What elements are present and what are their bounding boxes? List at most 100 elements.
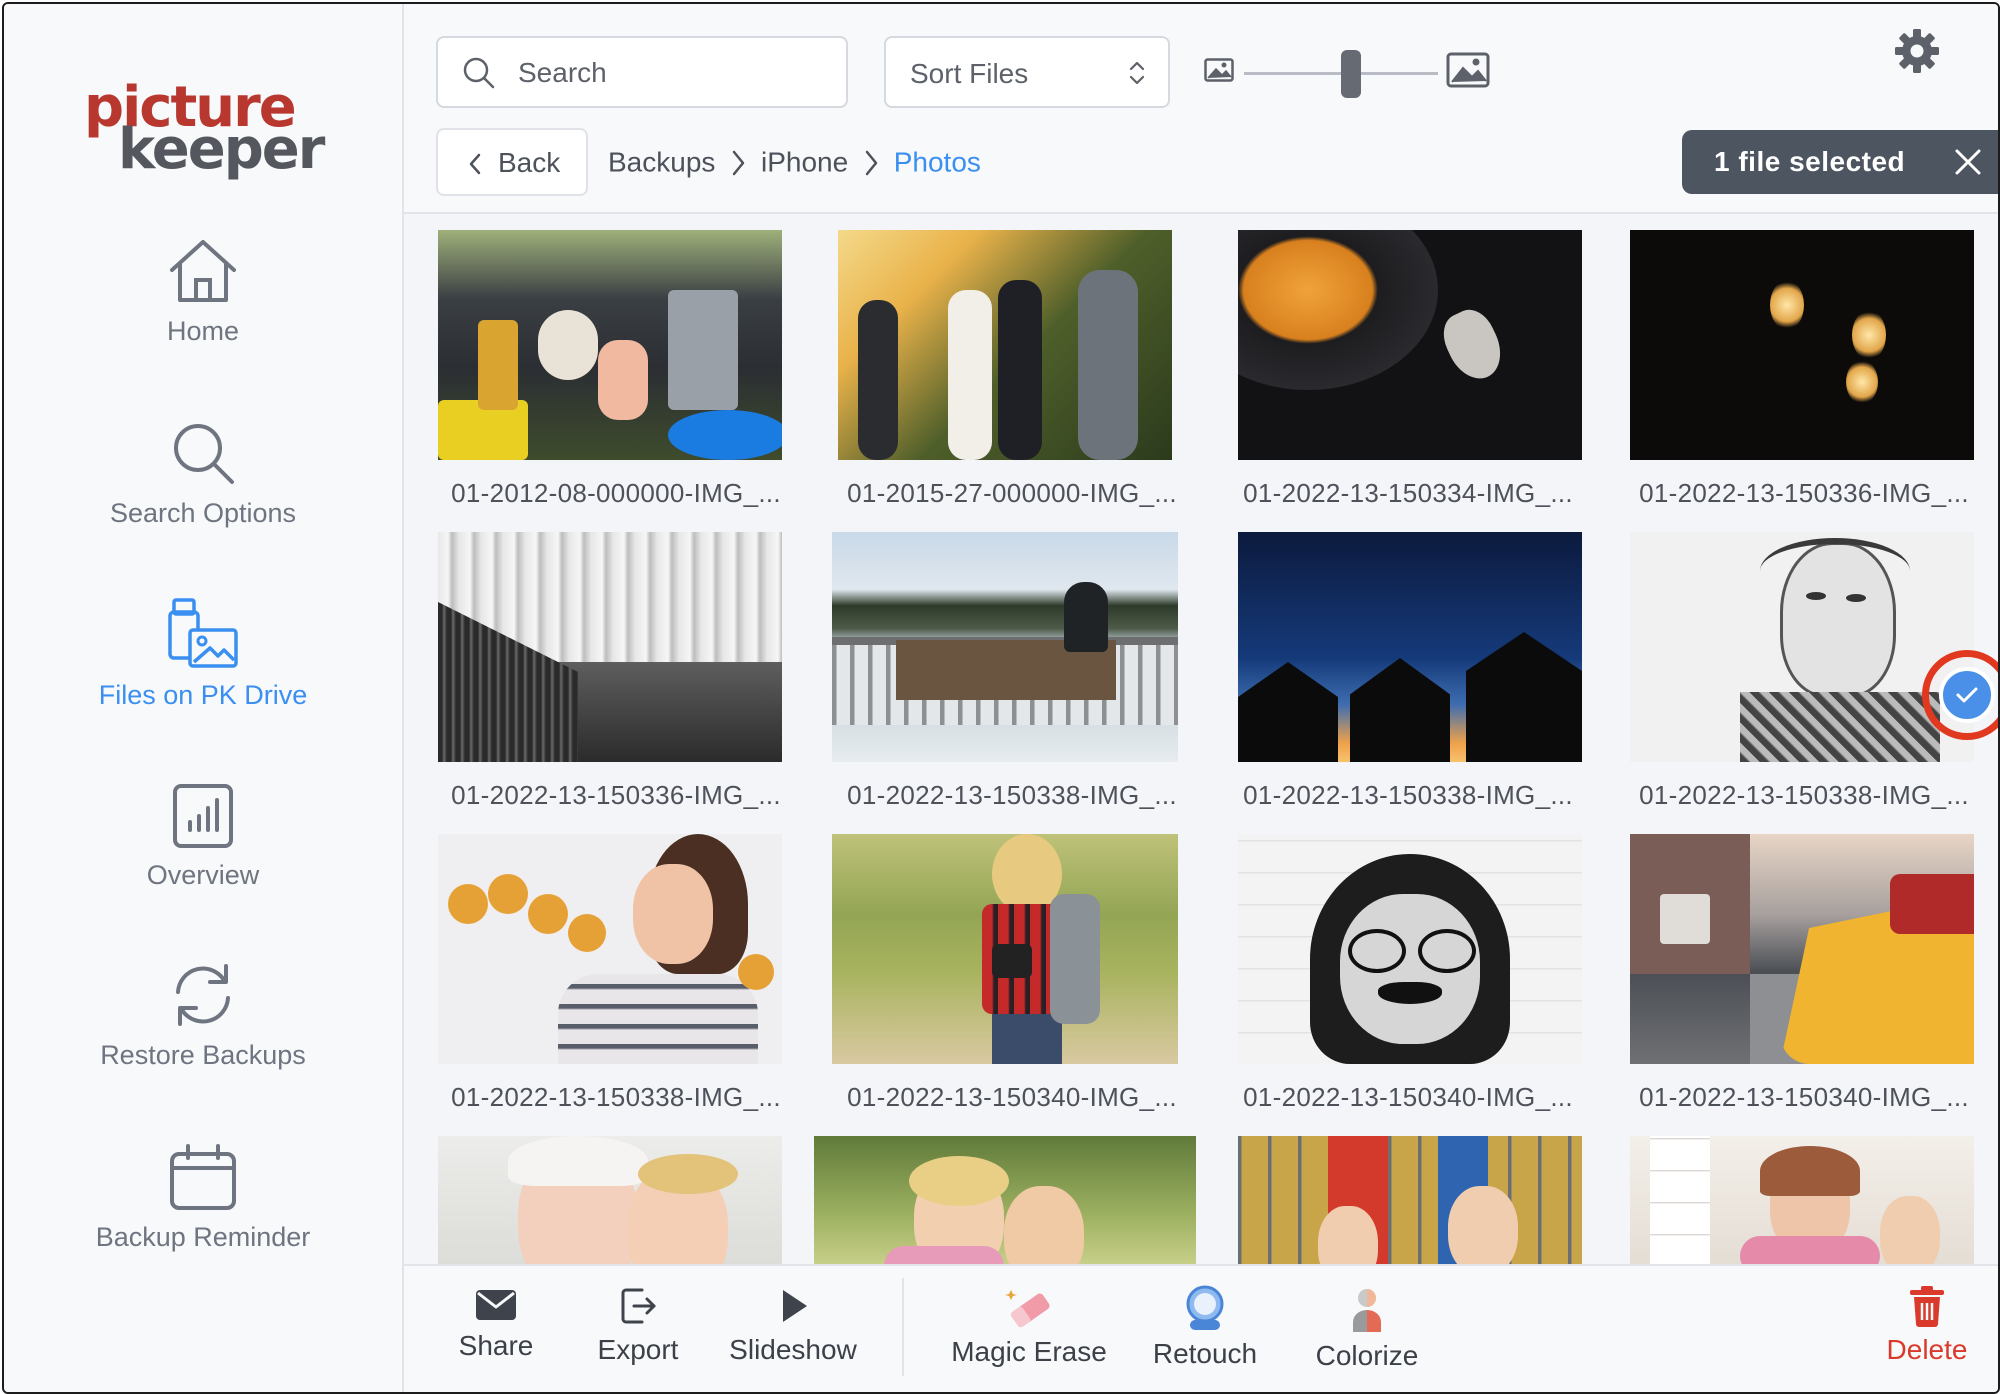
- back-label: Back: [498, 147, 561, 178]
- photo-thumbnail[interactable]: [838, 230, 1172, 460]
- colorize-button[interactable]: Colorize: [1302, 1284, 1432, 1372]
- small-image-icon: [1204, 58, 1234, 82]
- logo-line-2: keeper: [118, 117, 325, 182]
- photo-thumbnail[interactable]: [438, 532, 782, 762]
- file-name: 01-2015-27-000000-IMG_...: [847, 478, 1177, 508]
- chart-icon: [173, 784, 233, 848]
- sidebar-item-restore-backups[interactable]: Restore Backups: [4, 960, 402, 1071]
- delete-label: Delete: [1886, 1334, 1968, 1365]
- sidebar-item-label: Files on PK Drive: [98, 680, 308, 710]
- selection-count-label: 1 file selected: [1714, 146, 1906, 177]
- slideshow-label: Slideshow: [729, 1334, 857, 1365]
- photo-thumbnail[interactable]: [1630, 834, 1974, 1064]
- photo-thumbnail[interactable]: [832, 532, 1178, 762]
- delete-button[interactable]: Delete: [1872, 1284, 1982, 1366]
- picture-keeper-logo: picture keeper: [84, 80, 325, 182]
- chevron-up-down-icon: [1129, 61, 1145, 85]
- retouch-button[interactable]: Retouch: [1140, 1284, 1270, 1370]
- chevron-left-icon: [469, 153, 481, 175]
- file-name: 01-2022-13-150340-IMG_...: [1243, 1082, 1573, 1112]
- trash-icon: [1910, 1286, 1944, 1327]
- magic-erase-label: Magic Erase: [951, 1336, 1107, 1367]
- share-label: Share: [458, 1330, 534, 1361]
- action-toolbar: Share Export Slideshow Magic Erase Retou…: [404, 1264, 1998, 1392]
- sidebar-item-label: Restore Backups: [100, 1040, 306, 1070]
- chevron-right-icon: [865, 150, 878, 175]
- sidebar-item-home[interactable]: Home: [4, 236, 402, 347]
- checkmark-icon: [1956, 687, 1978, 703]
- photo-thumbnail[interactable]: [814, 1136, 1196, 1266]
- breadcrumb: Backups iPhone Photos: [608, 145, 981, 179]
- sort-files-dropdown[interactable]: Sort Files: [884, 36, 1170, 108]
- file-name: 01-2012-08-000000-IMG_...: [451, 478, 781, 508]
- file-name: 01-2022-13-150336-IMG_...: [451, 780, 781, 810]
- home-icon: [170, 240, 236, 302]
- slideshow-button[interactable]: Slideshow: [718, 1284, 868, 1366]
- sidebar-item-label: Overview: [146, 860, 260, 890]
- toolbar-divider: [902, 1278, 904, 1376]
- thumbnail-size-slider[interactable]: [1202, 50, 1502, 100]
- photo-thumbnail[interactable]: [438, 230, 782, 460]
- colorize-label: Colorize: [1315, 1340, 1419, 1371]
- breadcrumb-item-backups[interactable]: Backups: [608, 147, 715, 178]
- photo-thumbnail[interactable]: [1238, 230, 1582, 460]
- search-icon: [463, 57, 495, 89]
- play-icon: [783, 1290, 807, 1322]
- export-button[interactable]: Export: [578, 1284, 698, 1366]
- retouch-icon: [1186, 1285, 1224, 1330]
- photo-thumbnail[interactable]: [1238, 532, 1582, 762]
- sidebar-item-label: Backup Reminder: [95, 1222, 311, 1252]
- sync-icon: [176, 964, 230, 1026]
- gear-icon[interactable]: [1894, 28, 1940, 74]
- sidebar-item-backup-reminder[interactable]: Backup Reminder: [4, 1142, 402, 1253]
- file-name: 01-2022-13-150336-IMG_...: [1639, 478, 1969, 508]
- file-name: 01-2022-13-150334-IMG_...: [1243, 478, 1573, 508]
- colorize-icon: [1353, 1289, 1381, 1332]
- main-content: Sort Files: [404, 4, 1998, 1392]
- search-box[interactable]: [436, 36, 848, 108]
- app-window: picture keeper Home Search Options Files…: [2, 2, 2000, 1394]
- sidebar-item-label: Home: [166, 316, 240, 346]
- magic-erase-button[interactable]: Magic Erase: [944, 1284, 1114, 1368]
- photo-grid: 01-2012-08-000000-IMG_... 01-2015-27-000…: [404, 214, 1998, 1266]
- export-icon: [621, 1288, 656, 1324]
- file-name: 01-2022-13-150338-IMG_...: [847, 780, 1177, 810]
- top-toolbar: Sort Files: [404, 4, 1998, 214]
- selected-checkmark-badge[interactable]: [1939, 667, 1995, 723]
- calendar-icon: [170, 1144, 236, 1210]
- eraser-icon: [1005, 1290, 1050, 1328]
- sort-files-label: Sort Files: [910, 58, 1029, 89]
- large-image-icon: [1446, 52, 1490, 88]
- sidebar-item-label: Search Options: [109, 498, 297, 528]
- photo-thumbnail[interactable]: [1238, 834, 1582, 1064]
- photo-thumbnail[interactable]: [1238, 1136, 1582, 1266]
- sidebar: picture keeper Home Search Options Files…: [4, 4, 404, 1392]
- file-name: 01-2022-13-150338-IMG_...: [1639, 780, 1969, 810]
- drive-photos-icon: [168, 598, 238, 668]
- breadcrumb-item-photos: Photos: [893, 146, 981, 178]
- retouch-label: Retouch: [1152, 1338, 1258, 1369]
- envelope-icon: [476, 1290, 516, 1320]
- sidebar-item-files-on-pk-drive[interactable]: Files on PK Drive: [4, 596, 402, 711]
- photo-thumbnail[interactable]: [438, 1136, 782, 1266]
- search-input[interactable]: [516, 54, 820, 92]
- search-icon: [174, 424, 234, 484]
- file-name: 01-2022-13-150338-IMG_...: [1243, 780, 1573, 810]
- photo-thumbnail[interactable]: [832, 834, 1178, 1064]
- back-button[interactable]: Back: [436, 128, 588, 196]
- photo-thumbnail[interactable]: [1630, 230, 1974, 460]
- file-name: 01-2022-13-150340-IMG_...: [847, 1082, 1177, 1112]
- breadcrumb-item-iphone[interactable]: iPhone: [761, 147, 848, 178]
- sidebar-item-search-options[interactable]: Search Options: [4, 418, 402, 529]
- chevron-right-icon: [732, 150, 745, 175]
- close-icon[interactable]: [1952, 146, 1984, 178]
- photo-thumbnail[interactable]: [1630, 532, 1974, 762]
- file-name: 01-2022-13-150340-IMG_...: [1639, 1082, 1969, 1112]
- sidebar-item-overview[interactable]: Overview: [4, 782, 402, 891]
- selection-status-pill: 1 file selected: [1682, 130, 1998, 194]
- photo-thumbnail[interactable]: [1630, 1136, 1974, 1266]
- photo-thumbnail[interactable]: [438, 834, 782, 1064]
- share-button[interactable]: Share: [438, 1284, 554, 1362]
- slider-thumb[interactable]: [1340, 50, 1361, 98]
- file-name: 01-2022-13-150338-IMG_...: [451, 1082, 781, 1112]
